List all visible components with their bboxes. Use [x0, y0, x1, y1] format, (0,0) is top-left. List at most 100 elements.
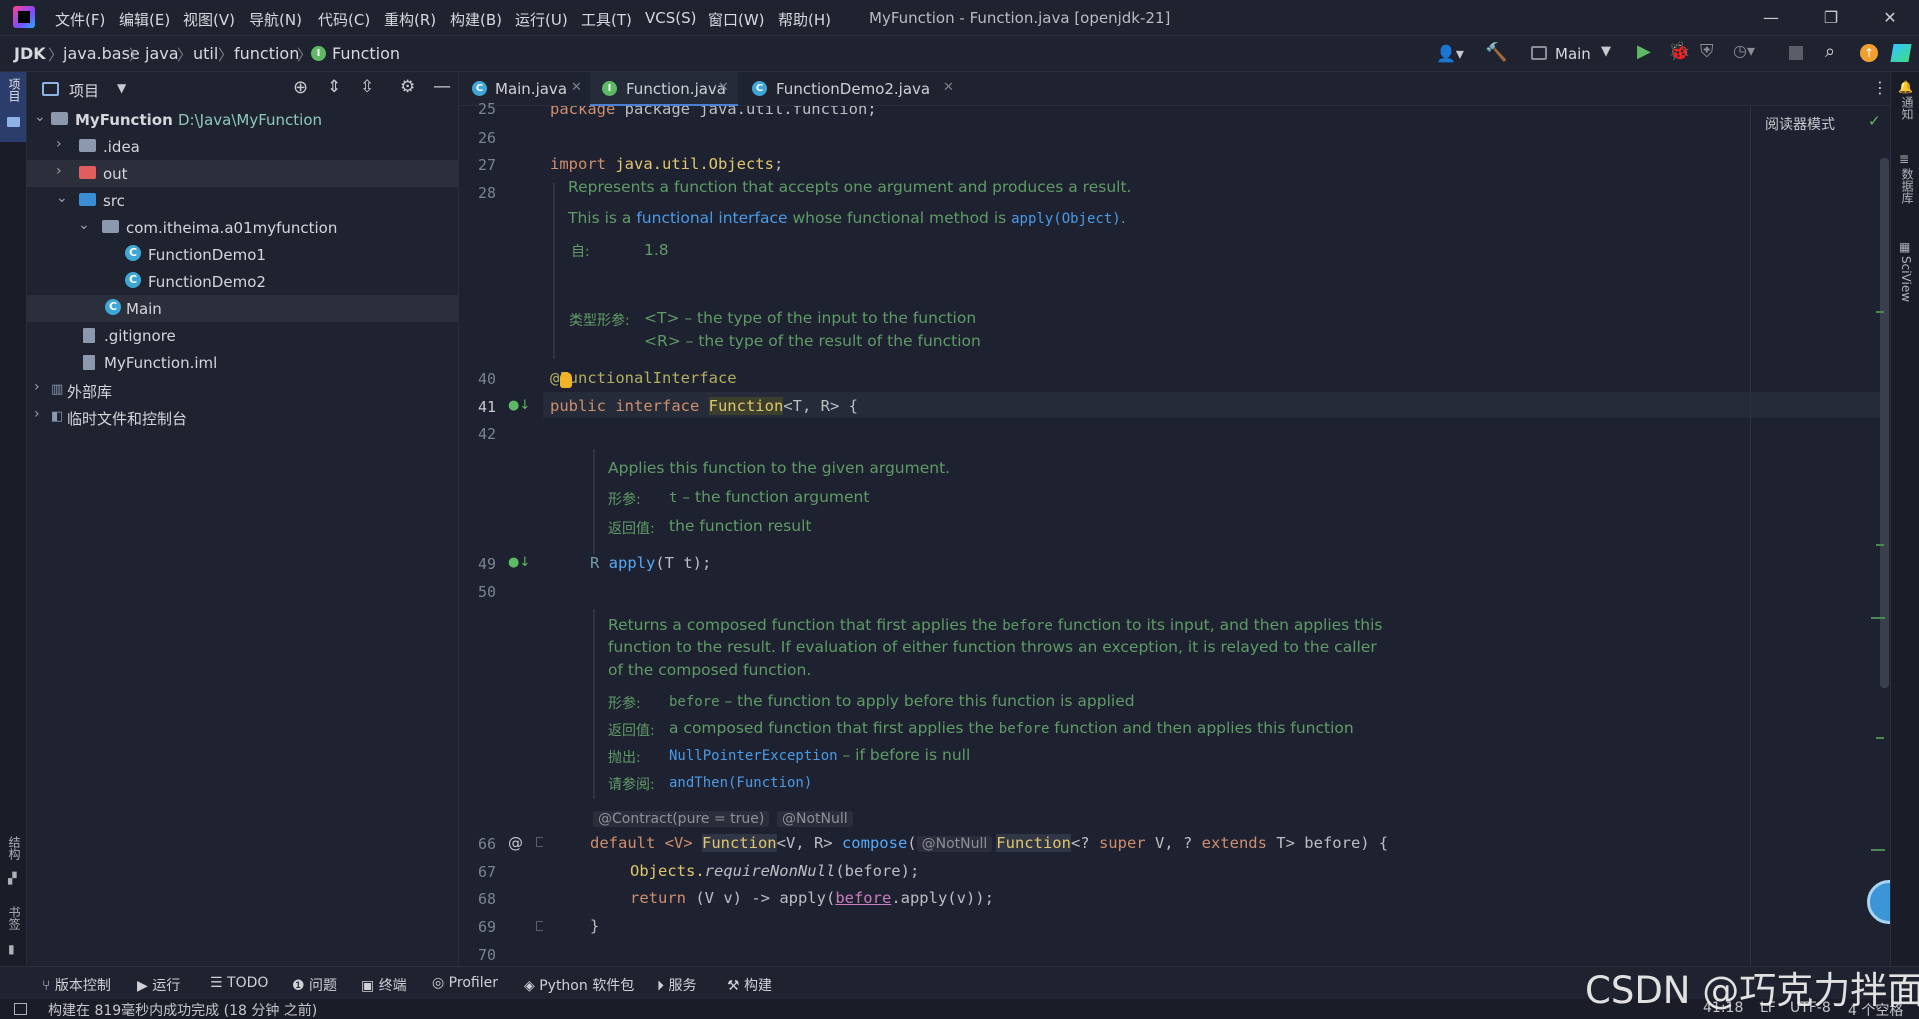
doc-params-label: 形参: [608, 696, 641, 712]
tab-function-java[interactable]: I Function.java ✕ [590, 72, 738, 106]
tree-item-out[interactable]: › out [27, 160, 458, 187]
tool-vcs[interactable]: ⑂ 版本控制 [42, 975, 111, 995]
update-icon[interactable]: ↑ [1860, 44, 1878, 62]
panel-toggle-icon[interactable] [14, 1003, 27, 1015]
structure-icon: ▞ [8, 872, 17, 885]
tool-build[interactable]: ⚒ 构建 [727, 975, 772, 995]
implemented-icon[interactable]: ●↓ [508, 398, 530, 413]
menu-help[interactable]: 帮助(H) [778, 9, 831, 30]
package-name: package java.util.function; [624, 106, 877, 118]
expand-all-icon[interactable]: ⇕ [327, 77, 341, 97]
chevron-down-icon[interactable]: ⌄ [56, 190, 68, 206]
breadcrumb-util[interactable]: util [193, 44, 218, 63]
tool-profiler[interactable]: ◎ Profiler [432, 975, 498, 991]
doc-link[interactable]: NullPointerException [669, 748, 838, 764]
tree-item-scratches[interactable]: › ◧ 临时文件和控制台 [27, 403, 458, 430]
menu-view[interactable]: 视图(V) [183, 9, 235, 30]
chevron-down-icon[interactable]: ▼ [117, 81, 126, 95]
chevron-down-icon[interactable]: ⌄ [78, 217, 90, 233]
project-panel-title[interactable]: 项目 [69, 80, 99, 101]
breadcrumb-function-package[interactable]: function [234, 44, 299, 63]
tool-python-packages[interactable]: ◈ Python 软件包 [524, 975, 634, 995]
stop-icon[interactable] [1789, 46, 1803, 60]
breadcrumb-java[interactable]: java [145, 44, 179, 63]
coverage-icon[interactable]: ⛨ [1700, 41, 1714, 62]
tree-item-myfunction[interactable]: ⌄ MyFunction D:\Java\MyFunction [27, 106, 458, 133]
gear-icon[interactable]: ⚙ [400, 77, 415, 97]
menu-edit[interactable]: 编辑(E) [119, 9, 170, 30]
chevron-right-icon[interactable]: › [56, 163, 62, 179]
menu-vcs[interactable]: VCS(S) [645, 9, 696, 27]
tool-terminal[interactable]: ▣ 终端 [361, 975, 407, 995]
structure-tool-tab[interactable]: 结构 ▞ [0, 832, 26, 892]
vertical-scrollbar[interactable] [1880, 158, 1889, 688]
search-icon[interactable]: ⌕ [1825, 41, 1835, 62]
close-icon[interactable]: ✕ [943, 80, 954, 95]
tool-services[interactable]: ⏵ 服务 [657, 975, 696, 995]
collapse-all-icon[interactable]: ⇳ [360, 77, 374, 97]
menu-file[interactable]: 文件(F) [55, 9, 105, 30]
tab-functiondemo2-java[interactable]: C FunctionDemo2.java [740, 72, 940, 106]
more-tabs-icon[interactable]: ⋮ [1872, 78, 1888, 97]
close-button[interactable]: ✕ [1875, 6, 1905, 30]
doc-description: function to the result. If evaluation of… [608, 638, 1377, 656]
reader-mode-button[interactable]: 阅读器模式 [1765, 114, 1835, 134]
run-icon[interactable]: ▶ [1637, 41, 1651, 62]
tree-item-functiondemo1[interactable]: C FunctionDemo1 [27, 241, 458, 268]
menu-run[interactable]: 运行(U) [515, 9, 568, 30]
doc-link[interactable]: functional interface [636, 209, 787, 227]
notifications-tool-tab[interactable]: 通知 [1899, 96, 1916, 120]
close-icon[interactable]: ✕ [718, 80, 729, 95]
folder-icon [7, 117, 20, 127]
tool-problems[interactable]: ❶ 问题 [292, 975, 337, 995]
debug-icon[interactable]: 🐞 [1668, 41, 1690, 62]
doc-link[interactable]: apply(Object) [1011, 211, 1121, 227]
profiler-icon[interactable]: ◷▾ [1733, 41, 1755, 60]
chevron-right-icon[interactable]: › [34, 379, 40, 395]
toolbox-icon[interactable] [1890, 44, 1912, 62]
breadcrumb-function-interface[interactable]: Function [332, 44, 400, 63]
menu-refactor[interactable]: 重构(R) [384, 9, 436, 30]
doc-link[interactable]: andThen(Function) [669, 775, 812, 791]
chevron-down-icon[interactable]: ⌄ [34, 109, 46, 125]
tree-item-main[interactable]: C Main [27, 295, 458, 322]
hide-panel-icon[interactable]: — [433, 76, 451, 97]
tool-run[interactable]: ▶ 运行 [137, 975, 180, 995]
tree-item-external-libraries[interactable]: › ▥ 外部库 [27, 376, 458, 403]
menu-window[interactable]: 窗口(W) [708, 9, 765, 30]
status-message[interactable]: 构建在 819毫秒内成功完成 (18 分钟 之前) [48, 1000, 317, 1019]
breadcrumb-jdk[interactable]: JDK [14, 44, 46, 63]
restore-button[interactable]: ❐ [1816, 6, 1846, 30]
implemented-icon[interactable]: ●↓ [508, 555, 530, 570]
line-number: 28 [477, 184, 496, 202]
database-tool-tab[interactable]: 数据库 [1899, 168, 1916, 204]
minimize-button[interactable]: — [1756, 6, 1786, 30]
tree-item-gitignore[interactable]: .gitignore [27, 322, 458, 349]
assistant-icon[interactable] [1867, 880, 1890, 924]
tree-item-idea[interactable]: › .idea [27, 133, 458, 160]
menu-navigate[interactable]: 导航(N) [249, 9, 302, 30]
tree-item-iml[interactable]: MyFunction.iml [27, 349, 458, 376]
project-tool-tab[interactable]: 项目 [0, 72, 26, 142]
build-hammer-icon[interactable]: 🔨 [1485, 42, 1507, 63]
run-configuration-selector[interactable]: Main ▼ [1525, 41, 1621, 67]
code-editor[interactable]: 阅读器模式 ✓ package package java.util.functi… [543, 106, 1890, 966]
bookmarks-tool-tab[interactable]: 书签 ▮ [0, 902, 26, 962]
project-panel-header: 项目 ▼ ⊕ ⇕ ⇳ ⚙ — [27, 72, 458, 106]
tree-item-src[interactable]: ⌄ src [27, 187, 458, 214]
chevron-right-icon[interactable]: › [34, 406, 40, 422]
tree-item-functiondemo2[interactable]: C FunctionDemo2 [27, 268, 458, 295]
tool-todo[interactable]: ☰ TODO [210, 975, 268, 991]
menu-tools[interactable]: 工具(T) [581, 9, 632, 30]
menu-build[interactable]: 构建(B) [450, 9, 502, 30]
annotation-gutter-icon[interactable]: @ [508, 834, 523, 852]
menu-code[interactable]: 代码(C) [318, 9, 370, 30]
profile-icon[interactable]: 👤▾ [1436, 44, 1464, 63]
lightbulb-icon[interactable] [560, 372, 572, 388]
locate-icon[interactable]: ⊕ [293, 77, 308, 98]
close-icon[interactable]: ✕ [571, 80, 582, 95]
chevron-right-icon[interactable]: › [56, 136, 62, 152]
sciview-tool-tab[interactable]: SciView [1899, 256, 1913, 302]
tree-item-package[interactable]: ⌄ com.itheima.a01myfunction [27, 214, 458, 241]
tree-item-label: MyFunction [75, 111, 173, 129]
